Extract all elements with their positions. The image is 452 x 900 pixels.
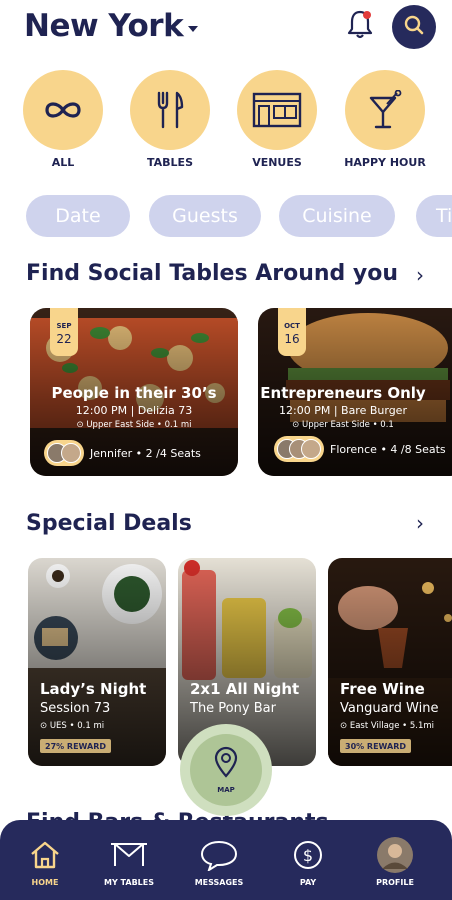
bottom-nav: HOME MY TABLES MESSAGES $ PAY PROFILE [0,820,452,900]
reward-badge: 27% REWARD [40,739,112,753]
map-label: MAP [217,786,235,794]
avatar [61,443,81,463]
map-pin-icon [213,746,239,782]
location-pin-icon: ⊙ [40,721,50,731]
section-title-special-deals: Special Deals [26,511,192,536]
deal-title: Lady’s Night [40,680,147,698]
deal-location: ⊙ East Village • 5.1mi [340,721,434,731]
dollar-icon: $ [288,838,328,872]
filter-time[interactable]: Ti [416,195,452,237]
nav-pay[interactable]: $ PAY [263,820,353,900]
category-happy-hour[interactable]: HAPPY HOUR [344,70,426,169]
filter-pills: Date Guests Cuisine Ti [0,195,452,237]
filter-date[interactable]: Date [26,195,130,237]
location-pin-icon: ⊙ [76,420,87,430]
search-button[interactable] [392,5,436,49]
nav-my-tables[interactable]: MY TABLES [84,820,174,900]
svg-text:$: $ [303,846,313,865]
avatar [301,439,321,459]
nav-label: HOME [31,878,59,887]
fork-knife-icon [130,70,210,150]
section-title-social-tables: Find Social Tables Around you [26,261,399,286]
location-pin-icon: ⊙ [292,420,302,430]
nav-label: PROFILE [376,878,414,887]
map-button[interactable]: MAP [180,724,272,816]
category-label: HAPPY HOUR [344,156,426,169]
header: New York [0,0,452,60]
nav-profile[interactable]: PROFILE [350,820,440,900]
social-table-card[interactable]: SEP 22 People in their 30’s 12:00 PM | D… [30,308,238,476]
card-location: ⊙ Upper East Side • 0.1 [292,420,394,430]
chevron-right-icon[interactable]: › [416,511,424,535]
card-host: Florence • 4 /8 Seats [274,436,446,462]
table-icon [109,838,149,872]
category-tables[interactable]: TABLES [129,70,211,169]
card-time-venue: 12:00 PM | Bare Burger [279,404,407,417]
home-icon [25,838,65,872]
nav-label: PAY [299,878,317,887]
nav-home[interactable]: HOME [0,820,90,900]
cocktail-icon [345,70,425,150]
search-icon [403,14,425,40]
filter-guests[interactable]: Guests [149,195,261,237]
date-tag: OCT 16 [278,308,306,356]
avatar-group [44,440,84,466]
avatar-group [274,436,324,462]
chat-bubble-icon [199,838,239,872]
category-label: TABLES [147,156,193,169]
deal-venue: Session 73 [40,701,111,716]
deal-card[interactable]: Lady’s Night Session 73 ⊙ UES • 0.1 mi 2… [28,558,166,766]
category-venues[interactable]: VENUES [236,70,318,169]
card-host: Jennifer • 2 /4 Seats [44,440,201,466]
deal-venue: Vanguard Wine [340,701,439,716]
category-all[interactable]: ALL [22,70,104,169]
bell-icon[interactable] [344,8,376,42]
location-pin-icon: ⊙ [340,721,350,731]
card-time-venue: 12:00 PM | Delizia 73 [75,404,193,417]
nav-messages[interactable]: MESSAGES [174,820,264,900]
reward-badge: 30% REWARD [340,739,412,753]
profile-avatar [375,837,415,873]
deal-venue: The Pony Bar [190,701,276,716]
nav-label: MESSAGES [194,878,244,887]
card-title: Entrepreneurs Only [260,384,426,402]
category-label: VENUES [252,156,302,169]
date-tag: SEP 22 [50,308,78,356]
deal-title: Free Wine [340,680,425,698]
nav-label: MY TABLES [104,878,154,887]
infinity-icon [23,70,103,150]
card-title: People in their 30’s [51,384,217,402]
deal-title: 2x1 All Night [190,680,300,698]
card-location: ⊙ Upper East Side • 0.1 mi [76,420,192,430]
chevron-down-icon[interactable] [188,26,198,32]
city-selector[interactable]: New York [24,8,184,44]
filter-cuisine[interactable]: Cuisine [279,195,395,237]
social-table-card[interactable]: OCT 16 Entrepreneurs Only 12:00 PM | Bar… [258,308,452,476]
category-label: ALL [51,156,75,169]
storefront-icon [237,70,317,150]
deal-location: ⊙ UES • 0.1 mi [40,721,105,731]
chevron-right-icon[interactable]: › [416,263,424,287]
deal-card[interactable]: Free Wine Vanguard Wine ⊙ East Village •… [328,558,452,766]
